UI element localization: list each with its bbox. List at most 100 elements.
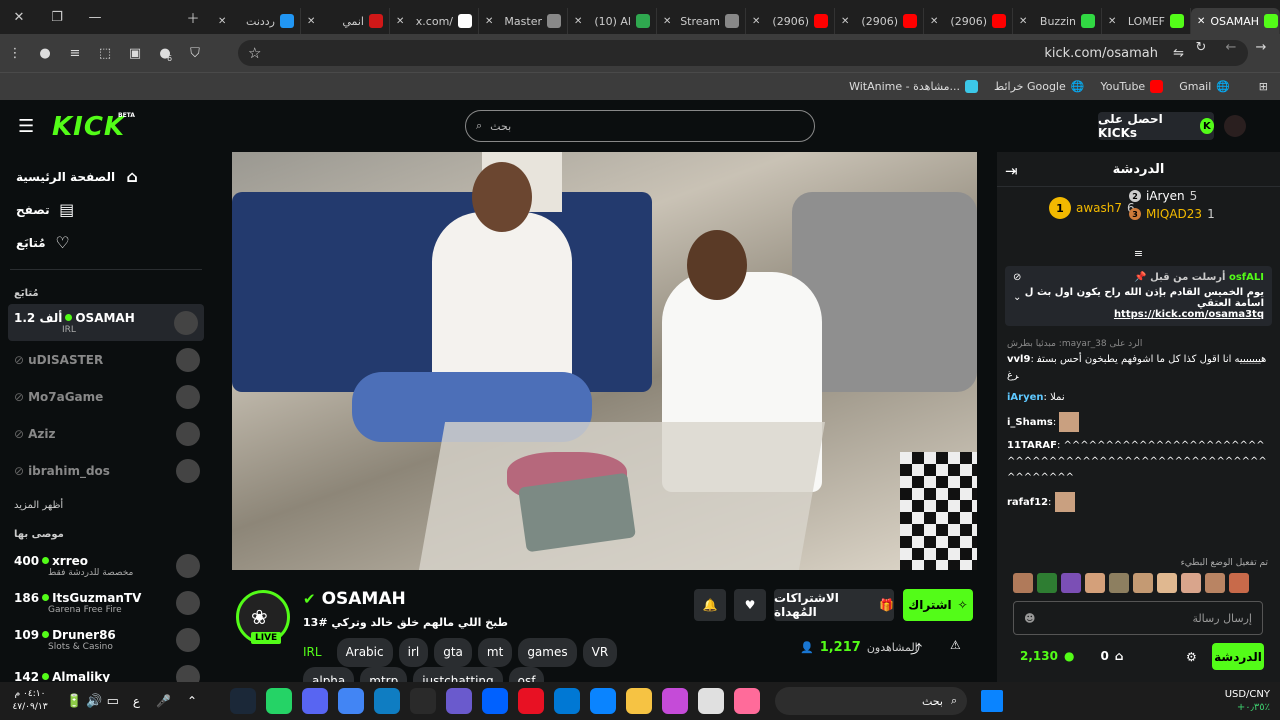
close-window-button[interactable]: ✕ xyxy=(0,10,38,25)
currency-widget[interactable]: USD/CNY +٠٫٣٥٪ xyxy=(1225,688,1270,714)
tab-close-icon[interactable]: ✕ xyxy=(930,16,938,27)
tab-close-icon[interactable]: ✕ xyxy=(574,16,582,27)
chatter-avatar[interactable] xyxy=(1109,573,1129,593)
bookmark-gmail[interactable]: Gmail 🌐 xyxy=(1179,80,1230,93)
copilot-icon[interactable] xyxy=(662,688,689,714)
chat-settings-icon[interactable]: ⚙ xyxy=(1186,650,1197,664)
bookmark-witanime[interactable]: WitAnime - مشاهدة... xyxy=(849,80,979,93)
followed-channel[interactable]: ⊘ Aziz xyxy=(0,415,212,452)
file-explorer-icon[interactable] xyxy=(626,688,653,714)
channel-name[interactable]: OSAMAH xyxy=(322,589,406,609)
chat-username[interactable]: iAryen xyxy=(1007,392,1044,403)
extension-badge-icon[interactable]: ● 6 xyxy=(150,46,180,63)
chevron-down-icon[interactable]: ⌄ xyxy=(1013,292,1021,303)
store-icon[interactable]: ⌂ xyxy=(1115,649,1124,663)
tab-close-icon[interactable]: ✕ xyxy=(485,16,493,27)
tab-close-icon[interactable]: ✕ xyxy=(663,16,671,27)
report-icon[interactable]: ⚠ xyxy=(950,638,961,652)
epic-games-icon[interactable] xyxy=(410,688,437,714)
recommended-channel[interactable]: 109 Druner86 Slots & Casino xyxy=(0,621,212,658)
browser-tab[interactable]: ✕ x.com/ xyxy=(390,8,479,34)
chrome-icon[interactable] xyxy=(338,688,365,714)
browser-tab[interactable]: ✕ Buzzin xyxy=(1013,8,1102,34)
video-player[interactable] xyxy=(232,152,977,570)
kick-logo[interactable]: KICK xyxy=(52,112,125,142)
chatter-avatar[interactable] xyxy=(1061,573,1081,593)
app-icon[interactable] xyxy=(518,688,545,714)
back-icon[interactable]: → xyxy=(1246,40,1276,55)
browser-tab[interactable]: ✕ Stream xyxy=(657,8,746,34)
store-icon[interactable] xyxy=(590,688,617,714)
phone-link-icon[interactable] xyxy=(446,688,473,714)
browser-tab[interactable]: ✕ OSAMAH xyxy=(1191,8,1280,34)
stream-tag[interactable]: VR xyxy=(582,638,618,667)
user-avatar[interactable] xyxy=(1224,115,1246,137)
browser-tab[interactable]: ✕ Master xyxy=(479,8,568,34)
kicks-balance[interactable]: 0 xyxy=(1100,649,1108,663)
chatter-avatar[interactable] xyxy=(1085,573,1105,593)
browser-tab[interactable]: ✕ رددنت xyxy=(212,8,301,34)
restore-button[interactable]: ❐ xyxy=(38,10,76,25)
stream-tag[interactable]: Arabic xyxy=(336,638,393,667)
chat-username[interactable]: i_Shams xyxy=(1007,417,1053,428)
browser-tab[interactable]: ✕ LOMEF xyxy=(1102,8,1191,34)
followed-channel[interactable]: ⊘ ibrahim_dos xyxy=(0,452,212,489)
tab-close-icon[interactable]: ✕ xyxy=(1197,16,1205,27)
browser-tab[interactable]: ✕ (10) Al xyxy=(568,8,657,34)
browser-tab[interactable]: ✕ (2906) xyxy=(746,8,835,34)
notepad-icon[interactable] xyxy=(698,688,725,714)
share-icon[interactable]: ⤴ xyxy=(910,640,922,657)
browser-tab[interactable]: ✕ (2906) xyxy=(835,8,924,34)
extensions-puzzle-icon[interactable]: ⬚ xyxy=(90,46,120,61)
followed-channel[interactable]: 1.2 ألف OSAMAH IRL xyxy=(8,304,204,341)
emoji-icon[interactable]: ☻ xyxy=(1024,612,1035,625)
chatter-avatar[interactable] xyxy=(1133,573,1153,593)
tab-close-icon[interactable]: ✕ xyxy=(1019,16,1027,27)
sidebar-nav-item[interactable]: ▤ تصفح xyxy=(0,193,212,226)
chatter-avatar[interactable] xyxy=(1157,573,1177,593)
pinned-user[interactable]: osfALI xyxy=(1229,272,1264,283)
tray-overflow-icon[interactable]: ⌃ xyxy=(187,694,197,708)
tab-close-icon[interactable]: ✕ xyxy=(396,16,404,27)
followed-channel[interactable]: ⊘ uDISASTER xyxy=(0,341,212,378)
language-indicator[interactable]: ع xyxy=(133,694,140,708)
stream-tag[interactable]: mt xyxy=(477,638,513,667)
url-text[interactable]: kick.com/osamah xyxy=(1044,46,1158,61)
recommended-channel[interactable]: 400 xrreo مخصصة للدردشة فقط xyxy=(0,547,212,584)
minimize-button[interactable]: — xyxy=(76,10,114,25)
dropbox-icon[interactable] xyxy=(482,688,509,714)
shield-icon[interactable]: ⛉ xyxy=(180,46,210,61)
new-tab-button[interactable]: ＋ xyxy=(174,8,212,27)
tray-icons[interactable]: 🔋 🔊 ▭ xyxy=(66,694,119,709)
browser-tab[interactable]: ✕ انمي xyxy=(301,8,390,34)
bookmark-google-maps[interactable]: خرائط Google 🌐 xyxy=(994,80,1084,93)
forward-icon[interactable]: ← xyxy=(1216,40,1246,55)
collapse-leaderboard-icon[interactable]: ≡ xyxy=(997,247,1280,260)
chat-username[interactable]: vvl9 xyxy=(1007,354,1030,365)
leaderboard-entry[interactable]: 2 iAryen 5 xyxy=(1129,189,1197,203)
recommended-channel[interactable]: 186 ItsGuzmanTV Garena Free Fire xyxy=(0,584,212,621)
chatter-avatar[interactable] xyxy=(1205,573,1225,593)
taskbar-search[interactable]: بحث ⌕ xyxy=(775,687,968,715)
whatsapp-icon[interactable] xyxy=(266,688,293,714)
mail-icon[interactable] xyxy=(554,688,581,714)
browser-tab[interactable]: ✕ (2906) xyxy=(924,8,1013,34)
hamburger-menu-icon[interactable]: ☰ xyxy=(18,116,34,137)
edge-icon[interactable] xyxy=(374,688,401,714)
collapse-chat-icon[interactable]: ⇥ xyxy=(1005,162,1018,180)
sidebar-nav-item[interactable]: ♡ مُتابَع xyxy=(0,226,212,259)
clock[interactable]: ٠٤:١٠ م ٤٧/٠٩/١٣ xyxy=(0,688,60,714)
tab-close-icon[interactable]: ✕ xyxy=(752,16,760,27)
tab-close-icon[interactable]: ✕ xyxy=(307,16,315,27)
chatter-avatar[interactable] xyxy=(1229,573,1249,593)
bookmark-youtube[interactable]: YouTube xyxy=(1100,80,1164,93)
stream-tag[interactable]: irl xyxy=(398,638,429,667)
leaderboard-entry[interactable]: 1awash76 xyxy=(1049,197,1135,219)
chat-message-input[interactable]: ☻ إرسال رسالة xyxy=(1013,601,1263,635)
tab-close-icon[interactable]: ✕ xyxy=(218,16,226,27)
show-more-link[interactable]: أظهر المزيد xyxy=(0,489,212,521)
tab-close-icon[interactable]: ✕ xyxy=(1108,16,1116,27)
unpin-icon[interactable]: ⊘ xyxy=(1013,272,1021,283)
extension-icon[interactable]: ● xyxy=(30,46,60,61)
gift-subs-button[interactable]: الاشتراكات المُهداة 🎁 xyxy=(774,589,894,621)
